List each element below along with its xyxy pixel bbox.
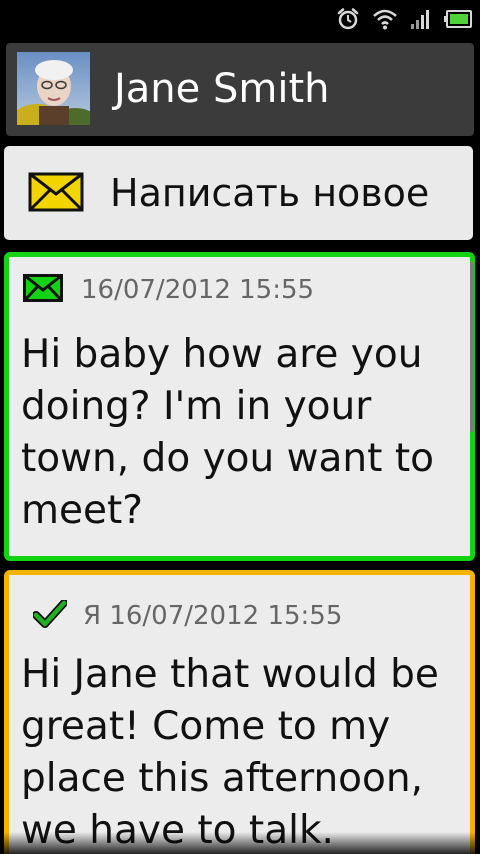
compose-button-label: Написать новое	[110, 171, 430, 215]
status-bar	[0, 0, 480, 36]
envelope-icon	[28, 172, 84, 216]
signal-icon	[410, 8, 432, 30]
message-meta: Я 16/07/2012 15:55	[32, 599, 343, 633]
status-icons	[336, 6, 472, 32]
message-timestamp: 16/07/2012 15:55	[81, 275, 315, 305]
message-text: Hi baby how are you doing? I'm in your t…	[21, 332, 434, 533]
envelope-icon	[23, 274, 63, 306]
avatar	[17, 52, 90, 125]
battery-icon	[444, 10, 472, 28]
message-timestamp: Я 16/07/2012 15:55	[83, 601, 343, 631]
checkmark-icon	[32, 599, 68, 632]
wifi-icon	[372, 8, 398, 30]
alarm-icon	[336, 7, 360, 31]
message-meta: 16/07/2012 15:55	[23, 273, 314, 307]
contact-header: Jane Smith	[6, 43, 474, 136]
message-received[interactable]: 16/07/2012 15:55 Hi baby how are you doi…	[4, 252, 475, 561]
sms-conversation-screen: Jane Smith Написать новое 16/07/2012 15:…	[0, 0, 480, 854]
contact-name: Jane Smith	[114, 66, 330, 112]
message-sent[interactable]: Я 16/07/2012 15:55 Hi Jane that would be…	[4, 570, 475, 854]
scrollbar[interactable]	[470, 262, 474, 432]
compose-new-message-button[interactable]: Написать новое	[4, 146, 473, 240]
message-text: Hi Jane that would be great! Come to my …	[21, 652, 439, 853]
